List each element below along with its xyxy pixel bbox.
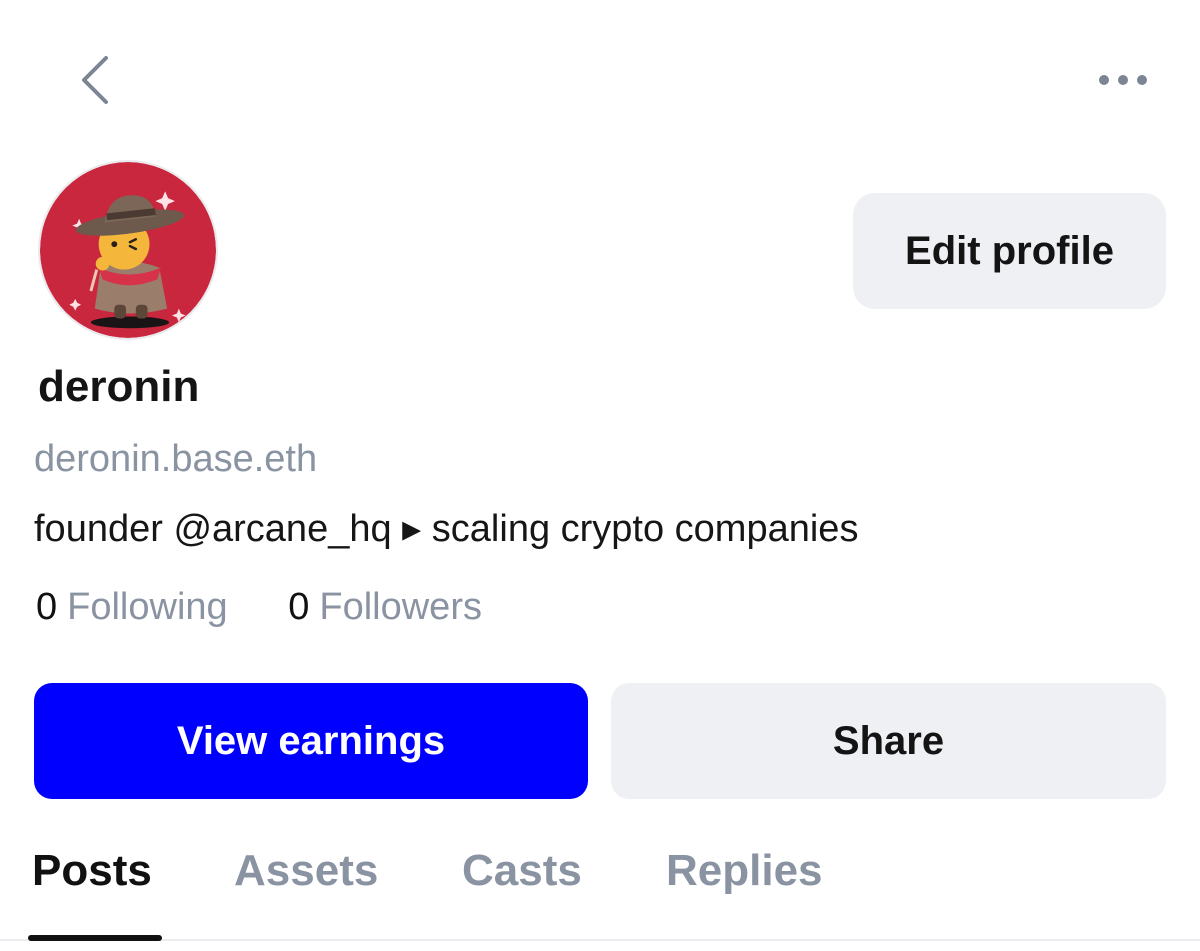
bio: founder @arcane_hq ▸ scaling crypto comp…	[34, 508, 859, 550]
followers-label: Followers	[319, 586, 482, 628]
following-count: 0	[36, 586, 58, 628]
following-label: Following	[67, 586, 228, 628]
active-tab-indicator	[28, 935, 162, 941]
avatar[interactable]	[38, 160, 218, 340]
back-button[interactable]	[72, 50, 122, 110]
follow-stats: 0 Following 0 Followers	[36, 586, 532, 629]
followers-count: 0	[288, 586, 310, 628]
share-button[interactable]: Share	[611, 683, 1166, 799]
more-options-button[interactable]	[1088, 62, 1158, 98]
following-stat[interactable]: 0 Following	[36, 586, 228, 629]
ens-handle: deronin.base.eth	[34, 438, 318, 480]
followers-stat[interactable]: 0 Followers	[288, 586, 482, 629]
chevron-left-icon	[82, 56, 108, 104]
cowboy-character-avatar	[40, 162, 216, 338]
edit-profile-button[interactable]: Edit profile	[853, 193, 1166, 309]
tab-casts[interactable]: Casts	[462, 846, 582, 896]
tab-posts[interactable]: Posts	[32, 846, 152, 896]
view-earnings-button[interactable]: View earnings	[34, 683, 588, 799]
tabs-divider	[0, 939, 1200, 941]
tab-assets[interactable]: Assets	[234, 846, 378, 896]
ellipsis-horizontal-icon	[1099, 75, 1147, 85]
profile-tabs: Posts Assets Casts Replies	[0, 838, 1200, 951]
tab-replies[interactable]: Replies	[666, 846, 823, 896]
username: deronin	[38, 362, 200, 411]
